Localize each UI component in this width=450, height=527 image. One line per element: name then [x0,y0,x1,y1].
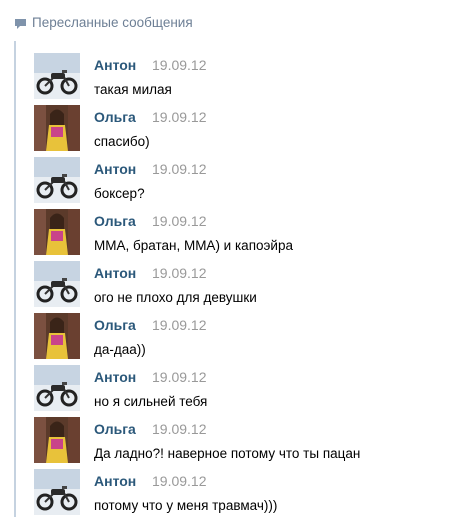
motorcycle-icon [34,365,80,411]
message-author[interactable]: Антон [94,473,136,489]
message-date: 19.09.12 [152,317,207,333]
message-date: 19.09.12 [152,213,207,229]
message-item: Ольга 19.09.12 Да ладно?! наверное потом… [34,416,434,464]
avatar[interactable] [34,469,80,515]
message-item: Антон 19.09.12 такая милая [34,52,434,100]
speech-bubble-icon [14,17,27,29]
message-date: 19.09.12 [152,265,207,281]
message-date: 19.09.12 [152,109,207,125]
message-item: Антон 19.09.12 боксер? [34,156,434,204]
avatar[interactable] [34,313,80,359]
message-date: 19.09.12 [152,421,207,437]
message-text: да-даа)) [94,342,146,357]
message-text: спасибо) [94,134,150,149]
avatar[interactable] [34,365,80,411]
girl-photo-icon [34,313,80,359]
message-author[interactable]: Ольга [94,109,136,125]
message-item: Ольга 19.09.12 спасибо) [34,104,434,152]
header-title: Пересланные сообщения [32,14,193,30]
forwarded-messages-header: Пересланные сообщения [14,12,193,32]
motorcycle-icon [34,469,80,515]
message-date: 19.09.12 [152,473,207,489]
message-item: Антон 19.09.12 но я сильней тебя [34,364,434,412]
message-author[interactable]: Ольга [94,213,136,229]
message-author[interactable]: Антон [94,57,136,73]
avatar[interactable] [34,157,80,203]
message-text: Да ладно?! наверное потому что ты пацан [94,446,361,461]
message-text: боксер? [94,186,145,201]
message-item: Ольга 19.09.12 да-даа)) [34,312,434,360]
message-text: но я сильней тебя [94,394,208,409]
message-item: Ольга 19.09.12 ММА, братан, ММА) и капоэ… [34,208,434,256]
message-author[interactable]: Антон [94,161,136,177]
avatar[interactable] [34,209,80,255]
avatar[interactable] [34,105,80,151]
motorcycle-icon [34,157,80,203]
motorcycle-icon [34,261,80,307]
avatar[interactable] [34,417,80,463]
message-date: 19.09.12 [152,161,207,177]
message-author[interactable]: Ольга [94,421,136,437]
message-author[interactable]: Ольга [94,317,136,333]
girl-photo-icon [34,209,80,255]
message-text: потому что у меня травмач))) [94,498,278,513]
message-item: Антон 19.09.12 потому что у меня травмач… [34,468,434,516]
message-item: Антон 19.09.12 ого не плохо для девушки [34,260,434,308]
girl-photo-icon [34,417,80,463]
message-text: ого не плохо для девушки [94,290,257,305]
message-text: такая милая [94,82,172,97]
message-author[interactable]: Антон [94,369,136,385]
forwarded-thread: Антон 19.09.12 такая милая Ольга 19.09.1… [14,41,436,517]
avatar[interactable] [34,261,80,307]
message-date: 19.09.12 [152,57,207,73]
girl-photo-icon [34,105,80,151]
motorcycle-icon [34,53,80,99]
message-text: ММА, братан, ММА) и капоэйра [94,238,293,253]
avatar[interactable] [34,53,80,99]
message-author[interactable]: Антон [94,265,136,281]
message-date: 19.09.12 [152,369,207,385]
